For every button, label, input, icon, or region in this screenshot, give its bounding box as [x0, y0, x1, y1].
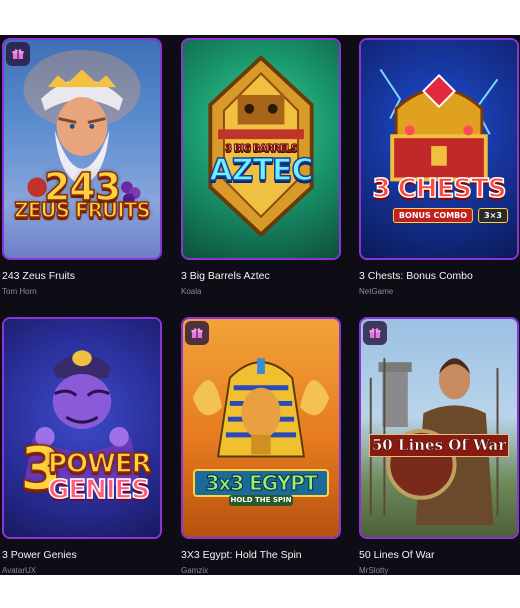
chests-logo-subtitle: BONUS COMBO [392, 208, 474, 223]
aztec-logo-title: AZTEC [209, 153, 314, 188]
game-title[interactable]: 3 Big Barrels Aztec [181, 270, 341, 282]
chest-artwork [361, 40, 517, 258]
game-thumbnail-zeus-fruits[interactable]: 243 ZEUS FRUITS [2, 38, 162, 260]
gift-icon [6, 42, 30, 66]
game-card[interactable]: 3 BIG BARRELS AZTEC 3 Big Barrels Aztec … [181, 38, 341, 297]
game-thumbnail-power-genies[interactable]: 3 POWER GENIES [2, 317, 162, 539]
game-title[interactable]: 243 Zeus Fruits [2, 270, 162, 282]
game-thumbnail-aztec[interactable]: 3 BIG BARRELS AZTEC [181, 38, 341, 260]
game-provider[interactable]: Tom Horn [2, 287, 162, 297]
game-provider[interactable]: Gamzix [181, 566, 341, 576]
genies-logo-line2: GENIES [47, 475, 151, 505]
game-title[interactable]: 50 Lines Of War [359, 549, 519, 561]
game-provider[interactable]: AvatarUX [2, 566, 162, 576]
chests-logo-badge: 3×3 [478, 208, 508, 223]
game-title[interactable]: 3 Power Genies [2, 549, 162, 561]
chests-logo-title: 3 CHESTS [372, 174, 507, 204]
game-card[interactable]: 243 ZEUS FRUITS 243 Zeus Fruits Tom Horn [2, 38, 162, 297]
game-title[interactable]: 3 Chests: Bonus Combo [359, 270, 519, 282]
game-grid: 243 ZEUS FRUITS 243 Zeus Fruits Tom Horn… [0, 35, 520, 575]
game-thumbnail-3-chests[interactable]: 3 CHESTS BONUS COMBO 3×3 [359, 38, 519, 260]
game-card[interactable]: 50 Lines Of War 50 Lines Of War MrSlotty [359, 317, 519, 576]
genies-logo-line1: POWER [47, 449, 152, 479]
game-thumbnail-egypt[interactable]: 3x3 EGYPT HOLD THE SPIN [181, 317, 341, 539]
game-title[interactable]: 3X3 Egypt: Hold The Spin [181, 549, 341, 561]
egypt-logo-title: 3x3 EGYPT [193, 469, 329, 497]
zeus-logo-title: ZEUS FRUITS [13, 198, 151, 222]
gift-icon [363, 321, 387, 345]
game-card[interactable]: 3 POWER GENIES 3 Power Genies AvatarUX [2, 317, 162, 576]
egypt-logo-subtitle: HOLD THE SPIN [229, 495, 293, 506]
game-thumbnail-lines-of-war[interactable]: 50 Lines Of War [359, 317, 519, 539]
game-provider[interactable]: NetGame [359, 287, 519, 297]
zeus-artwork [4, 40, 160, 258]
gift-icon [185, 321, 209, 345]
warrior-artwork [361, 319, 517, 537]
game-provider[interactable]: Koala [181, 287, 341, 297]
game-provider[interactable]: MrSlotty [359, 566, 519, 576]
game-card[interactable]: 3 CHESTS BONUS COMBO 3×3 3 Chests: Bonus… [359, 38, 519, 297]
game-card[interactable]: 3x3 EGYPT HOLD THE SPIN 3X3 Egypt: Hold … [181, 317, 341, 576]
war-logo-title: 50 Lines Of War [369, 434, 509, 457]
